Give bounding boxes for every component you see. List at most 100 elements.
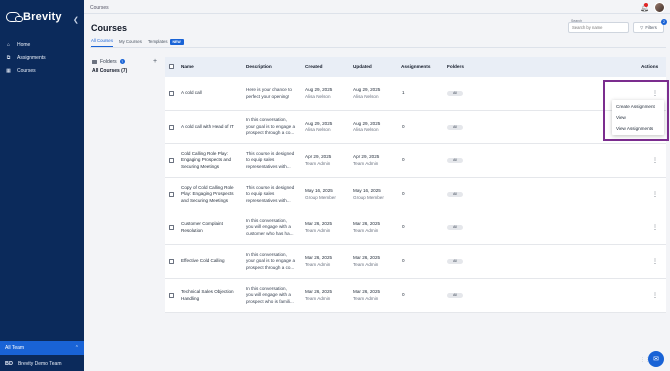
course-name[interactable]: Customer Complaint Resolution [181, 221, 243, 234]
course-name-line: Securing Meetings [181, 163, 220, 169]
folder-all-courses[interactable]: All Courses (7) [90, 68, 162, 74]
course-name-line: Effective Cold Calling [181, 258, 225, 264]
column-header-folders: Folders [447, 64, 464, 69]
sidebar-item-label: Courses [17, 67, 36, 74]
menu-item-view-assignments[interactable]: View Assignments [612, 123, 664, 134]
course-name[interactable]: Effective Cold Calling [181, 258, 243, 265]
team-initials: BD [5, 361, 13, 367]
course-name[interactable]: A cold call [181, 90, 243, 97]
course-description-line: prospect through a co... [246, 264, 295, 270]
course-name[interactable]: A cold call with Head of IT [181, 124, 243, 131]
tab-templates-label: Templates [147, 38, 168, 44]
assignment-count: 0 [402, 191, 405, 197]
row-checkbox[interactable] [169, 158, 174, 163]
tab-all-courses[interactable]: All Courses [91, 38, 113, 47]
sidebar-item-home[interactable]: ⌂ Home [0, 38, 84, 51]
folder-icon [92, 59, 97, 64]
add-folder-icon[interactable]: + [153, 58, 157, 65]
updated-cell-date: Aug 29, 2025 [353, 87, 381, 92]
course-description-line: representatives with... [246, 197, 291, 203]
brevity-logo-icon [6, 12, 23, 22]
row-checkbox[interactable] [169, 91, 174, 96]
updated-cell-date: Mar 26, 2025 [353, 255, 381, 260]
breadcrumb[interactable]: Courses [90, 5, 109, 11]
menu-item-create-assignment[interactable]: Create Assignment [612, 101, 664, 112]
updated-cell-date: May 16, 2025 [353, 188, 381, 193]
team-selector[interactable]: All Team ⌃ [0, 341, 84, 355]
table-row[interactable]: A cold call with Head of IT In this conve… [165, 110, 666, 144]
table-row[interactable]: Cold Calling Role Play: Engaging Prospect… [165, 144, 666, 178]
folder-tag: All [447, 225, 463, 230]
select-all-checkbox[interactable] [169, 64, 174, 69]
table-row[interactable]: Technical Sales Objection Handling In this… [165, 279, 666, 313]
sidebar-item-assignments[interactable]: ⧉ Assignments [0, 51, 84, 64]
column-header-assignments[interactable]: Assignments [401, 64, 430, 69]
more-actions-icon[interactable]: ⋮ [652, 225, 658, 231]
assignment-count: 0 [402, 292, 405, 298]
collapse-sidebar-icon[interactable]: ❮ [73, 16, 79, 24]
tab-my-courses[interactable]: My Courses [119, 39, 142, 47]
chat-icon: ✉ [653, 356, 659, 363]
updated-cell-author: Alisa Nelson [353, 93, 379, 99]
filters-button[interactable]: ▽ Filters [633, 22, 664, 33]
table-header: Name Description Created Updated Assignm… [165, 57, 666, 77]
updated-cell: Aug 29, 2025 Alisa Nelson [353, 121, 380, 134]
row-checkbox[interactable] [169, 124, 174, 130]
more-actions-icon[interactable]: ⋮ [652, 293, 658, 299]
course-description: In this conversation, you will engage wit… [246, 286, 302, 306]
assignment-count: 0 [402, 258, 405, 264]
folder-panel: Folders ? + All Courses (7) [90, 55, 162, 74]
updated-cell: Apr 29, 2025 Team Admin [353, 154, 379, 167]
more-actions-icon[interactable]: ⋮ [652, 259, 658, 265]
updated-cell-author: Alisa Nelson [353, 127, 379, 132]
table-row[interactable]: Effective Cold Calling In this conversati… [165, 245, 666, 279]
created-cell-author: Team Admin [305, 227, 331, 233]
updated-cell: Mar 26, 2025 Team Admin [353, 221, 380, 234]
course-name-line: A cold call [181, 90, 202, 96]
column-header-created[interactable]: Created [305, 64, 322, 69]
created-cell: Apr 29, 2025 Team Admin [305, 154, 331, 167]
more-actions-icon[interactable]: ⋮ [652, 158, 658, 164]
table-row[interactable]: Customer Complaint Resolution In this conv… [165, 211, 666, 245]
course-description: Here is your chance to perfect your openi… [246, 87, 302, 100]
column-header-updated[interactable]: Updated [353, 64, 372, 69]
updated-cell-author: Team Admin [353, 295, 379, 301]
folders-label: Folders [100, 58, 117, 65]
team-selector-label: All Team [5, 345, 25, 351]
updated-cell-date: Mar 26, 2025 [353, 289, 381, 294]
row-checkbox[interactable] [169, 259, 174, 264]
created-cell-date: Apr 29, 2025 [305, 154, 332, 159]
help-icon[interactable]: ? [119, 59, 125, 64]
sidebar-item-courses[interactable]: ▦ Courses [0, 64, 84, 77]
folder-tag: All [447, 192, 463, 197]
more-actions-icon[interactable]: ⋮ [652, 192, 658, 198]
created-cell: Mar 26, 2025 Team Admin [305, 221, 332, 234]
course-name[interactable]: Cold Calling Role Play: Engaging Prospect… [181, 151, 243, 171]
new-badge: NEW [169, 38, 184, 45]
created-cell-date: May 16, 2025 [305, 188, 333, 193]
table-row[interactable]: Copy of Cold Calling Role Play: Engaging … [165, 178, 666, 212]
assignment-count: 1 [402, 90, 405, 96]
tabs-divider [90, 47, 666, 48]
app-name: Brevity [23, 11, 62, 23]
brevity-logo[interactable]: Brevity [6, 11, 62, 23]
menu-item-view[interactable]: View [612, 112, 664, 123]
updated-cell-author: Group Member [353, 194, 384, 200]
created-cell-date: Mar 26, 2025 [305, 289, 333, 294]
table-row[interactable]: A cold call Here is your chance to perfect… [165, 77, 666, 111]
assignment-count: 0 [402, 157, 405, 163]
chevron-up-icon: ⌃ [74, 345, 79, 351]
avatar[interactable] [654, 2, 665, 13]
row-checkbox[interactable] [169, 293, 174, 298]
column-header-name[interactable]: Name [181, 64, 194, 69]
current-team[interactable]: BD Brevity Demo Team [0, 357, 84, 371]
chat-button[interactable]: ✉ [648, 351, 664, 367]
course-name[interactable]: Copy of Cold Calling Role Play: Engaging … [181, 185, 243, 205]
row-checkbox[interactable] [169, 225, 174, 230]
search-input[interactable] [568, 22, 629, 33]
updated-cell-author: Team Admin [353, 261, 379, 267]
course-name[interactable]: Technical Sales Objection Handling [181, 289, 243, 302]
tab-templates[interactable]: Templates NEW [147, 38, 184, 47]
row-checkbox[interactable] [169, 192, 174, 197]
folder-tag: All [447, 259, 463, 264]
